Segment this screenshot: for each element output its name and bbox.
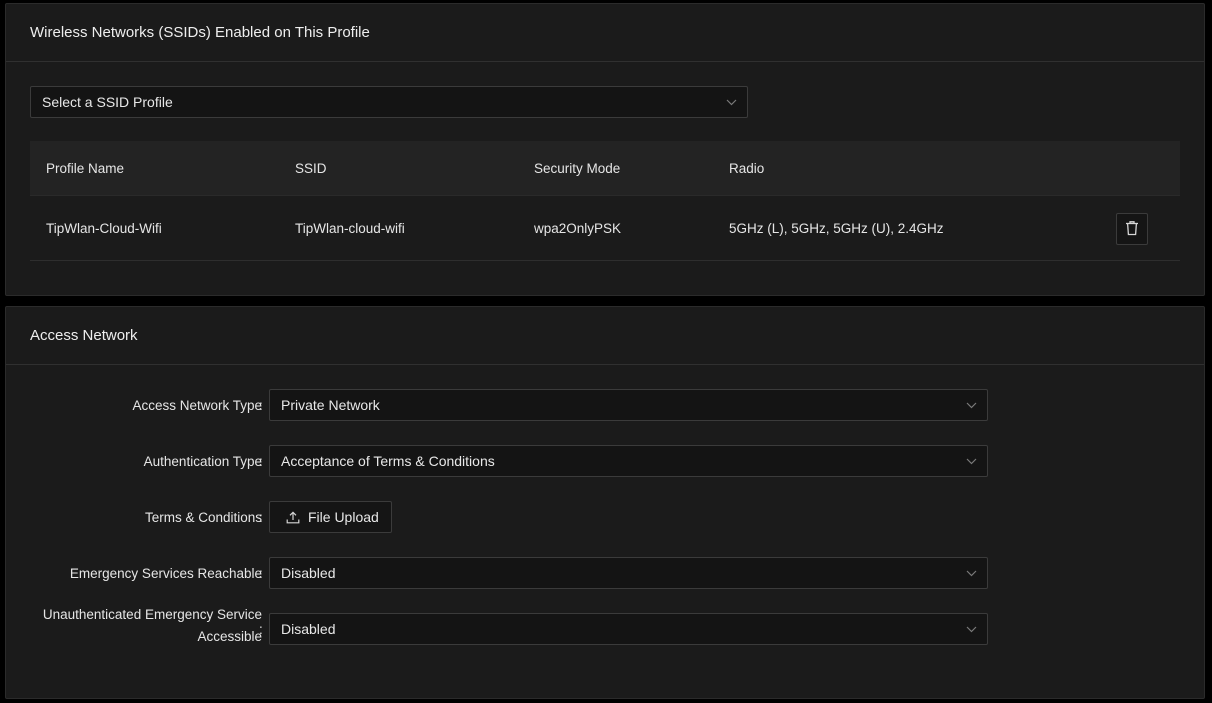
table-row: TipWlan-Cloud-Wifi TipWlan-cloud-wifi wp… <box>30 196 1180 261</box>
ssid-card-title: Wireless Networks (SSIDs) Enabled on Thi… <box>6 4 1204 62</box>
chevron-down-icon <box>965 567 977 579</box>
chevron-down-icon <box>965 623 977 635</box>
label-colon: : <box>259 565 263 581</box>
cell-ssid: TipWlan-cloud-wifi <box>295 220 405 236</box>
ssid-table: Profile Name SSID Security Mode Radio Ti… <box>30 141 1180 261</box>
authentication-type-row: Authentication Type : Acceptance of Term… <box>6 445 1206 477</box>
unauth-emergency-label-line1: Unauthenticated Emergency Service <box>42 607 262 622</box>
cell-profile-name: TipWlan-Cloud-Wifi <box>46 220 162 236</box>
label-colon: : <box>259 453 263 469</box>
column-header-security-mode: Security Mode <box>534 160 621 176</box>
access-card-title: Access Network <box>6 307 1204 365</box>
delete-row-button[interactable] <box>1116 213 1148 245</box>
ssid-profiles-card: Wireless Networks (SSIDs) Enabled on Thi… <box>5 3 1205 296</box>
unauth-emergency-label: Unauthenticated Emergency Service Access… <box>22 604 262 648</box>
emergency-reachable-select[interactable]: Disabled <box>269 557 988 589</box>
emergency-reachable-label: Emergency Services Reachable <box>69 565 262 581</box>
file-upload-label: File Upload <box>308 509 379 525</box>
emergency-reachable-row: Emergency Services Reachable : Disabled <box>6 557 1206 589</box>
unauth-emergency-label-line2: Accessible <box>197 629 262 644</box>
authentication-type-value: Acceptance of Terms & Conditions <box>281 453 495 469</box>
ssid-profile-select-placeholder: Select a SSID Profile <box>42 94 173 110</box>
column-header-radio: Radio <box>729 160 765 176</box>
terms-conditions-row: Terms & Conditions : File Upload <box>6 501 1206 533</box>
ssid-table-header: Profile Name SSID Security Mode Radio <box>30 141 1180 196</box>
ssid-profile-select[interactable]: Select a SSID Profile <box>30 86 748 118</box>
unauth-emergency-row: Unauthenticated Emergency Service Access… <box>6 607 1206 645</box>
cell-radio: 5GHz (L), 5GHz, 5GHz (U), 2.4GHz <box>729 220 944 236</box>
label-colon: : <box>259 509 263 525</box>
unauth-emergency-select[interactable]: Disabled <box>269 613 988 645</box>
chevron-down-icon <box>965 455 977 467</box>
authentication-type-select[interactable]: Acceptance of Terms & Conditions <box>269 445 988 477</box>
terms-conditions-label: Terms & Conditions <box>144 509 262 525</box>
access-network-card: Access Network Access Network Type : Pri… <box>5 306 1205 699</box>
chevron-down-icon <box>725 96 737 108</box>
access-network-type-label: Access Network Type <box>132 397 262 413</box>
trash-icon <box>1125 220 1139 239</box>
upload-icon <box>286 510 300 524</box>
unauth-emergency-value: Disabled <box>281 621 336 637</box>
label-colon: : <box>259 397 263 413</box>
label-colon: : <box>259 621 263 637</box>
access-network-type-value: Private Network <box>281 397 380 413</box>
file-upload-button[interactable]: File Upload <box>269 501 392 533</box>
column-header-ssid: SSID <box>295 160 327 176</box>
chevron-down-icon <box>965 399 977 411</box>
emergency-reachable-value: Disabled <box>281 565 336 581</box>
access-network-type-row: Access Network Type : Private Network <box>6 389 1206 421</box>
access-network-type-select[interactable]: Private Network <box>269 389 988 421</box>
cell-security-mode: wpa2OnlyPSK <box>534 220 622 236</box>
column-header-profile-name: Profile Name <box>46 160 125 176</box>
authentication-type-label: Authentication Type <box>143 453 262 469</box>
